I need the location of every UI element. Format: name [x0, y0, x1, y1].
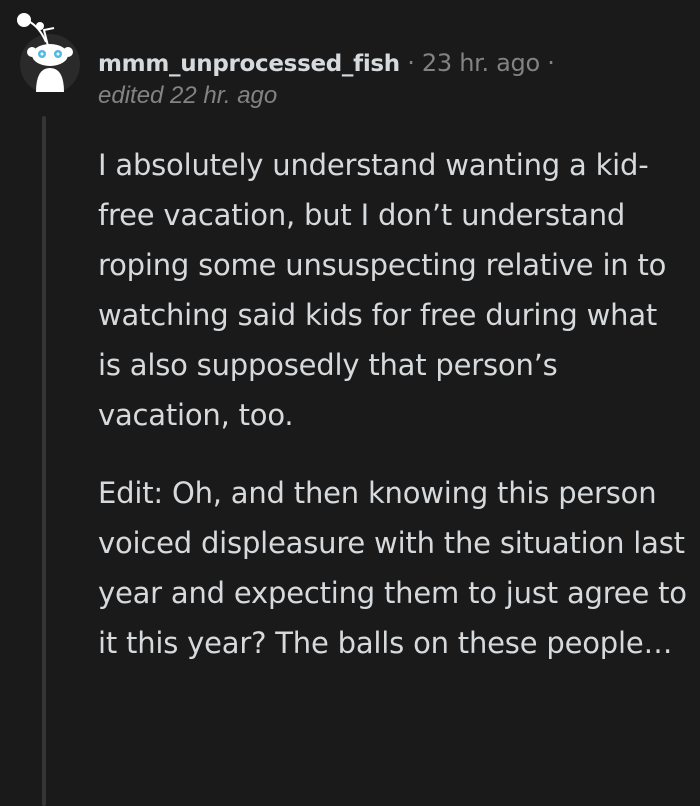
- comment-body: I absolutely understand wanting a kid-fr…: [98, 140, 688, 668]
- comment-meta: mmm_unprocessed_fish · 23 hr. ago ·: [98, 44, 555, 83]
- post-timestamp[interactable]: 23 hr. ago: [422, 49, 540, 77]
- meta-separator: ·: [547, 49, 555, 77]
- meta-separator: ·: [407, 49, 415, 77]
- snoo-avatar-icon[interactable]: [14, 8, 82, 94]
- comment-header: mmm_unprocessed_fish · 23 hr. ago · edit…: [98, 44, 555, 109]
- comment-paragraph: Edit: Oh, and then knowing this person v…: [98, 476, 687, 660]
- thread-line[interactable]: [42, 116, 46, 806]
- author-username[interactable]: mmm_unprocessed_fish: [98, 51, 400, 77]
- comment-paragraph: I absolutely understand wanting a kid-fr…: [98, 148, 667, 432]
- edited-timestamp: edited 22 hr. ago: [98, 82, 278, 109]
